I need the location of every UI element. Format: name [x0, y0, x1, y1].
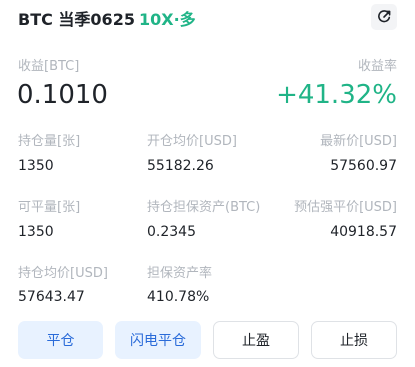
avg-open-price-label: 开仓均价[USD] — [147, 134, 237, 149]
stop-loss-button[interactable]: 止损 — [311, 321, 397, 359]
closable-size-label: 可平量[张] — [18, 200, 81, 215]
share-icon — [378, 10, 391, 23]
position-size-label: 持仓量[张] — [18, 134, 81, 149]
close-position-button[interactable]: 平仓 — [18, 321, 103, 359]
position-size-value: 1350 — [18, 158, 54, 174]
position-margin-label: 持仓担保资产(BTC) — [147, 200, 261, 215]
last-price-label: 最新价[USD] — [320, 134, 397, 149]
position-margin-value: 0.2345 — [147, 224, 196, 240]
hold-avg-price-value: 57643.47 — [18, 289, 85, 305]
contract-name: BTC 当季0625 — [18, 10, 135, 29]
est-liquidation-price-value: 40918.57 — [330, 224, 397, 240]
pnl-rate-value: +41.32% — [276, 80, 397, 110]
closable-size-value: 1350 — [18, 224, 54, 240]
position-header: BTC 当季0625 10X·多 — [18, 4, 397, 30]
pnl-label: 收益[BTC] — [18, 59, 80, 74]
leverage-direction-tag: 10X·多 — [138, 10, 196, 29]
share-button[interactable] — [371, 4, 397, 30]
avg-open-price-value: 55182.26 — [147, 158, 214, 174]
pnl-rate-label: 收益率 — [357, 59, 397, 74]
contract-title: BTC 当季0625 10X·多 — [18, 6, 196, 30]
last-price-value: 57560.97 — [330, 158, 397, 174]
flash-close-button[interactable]: 闪电平仓 — [115, 321, 201, 359]
est-liquidation-price-label: 预估强平价[USD] — [294, 200, 397, 215]
margin-rate-value: 410.78% — [147, 289, 210, 305]
take-profit-button[interactable]: 止盈 — [213, 321, 299, 359]
margin-rate-label: 担保资产率 — [147, 266, 213, 281]
pnl-value: 0.1010 — [17, 80, 108, 110]
hold-avg-price-label: 持仓均价[USD] — [18, 266, 108, 281]
